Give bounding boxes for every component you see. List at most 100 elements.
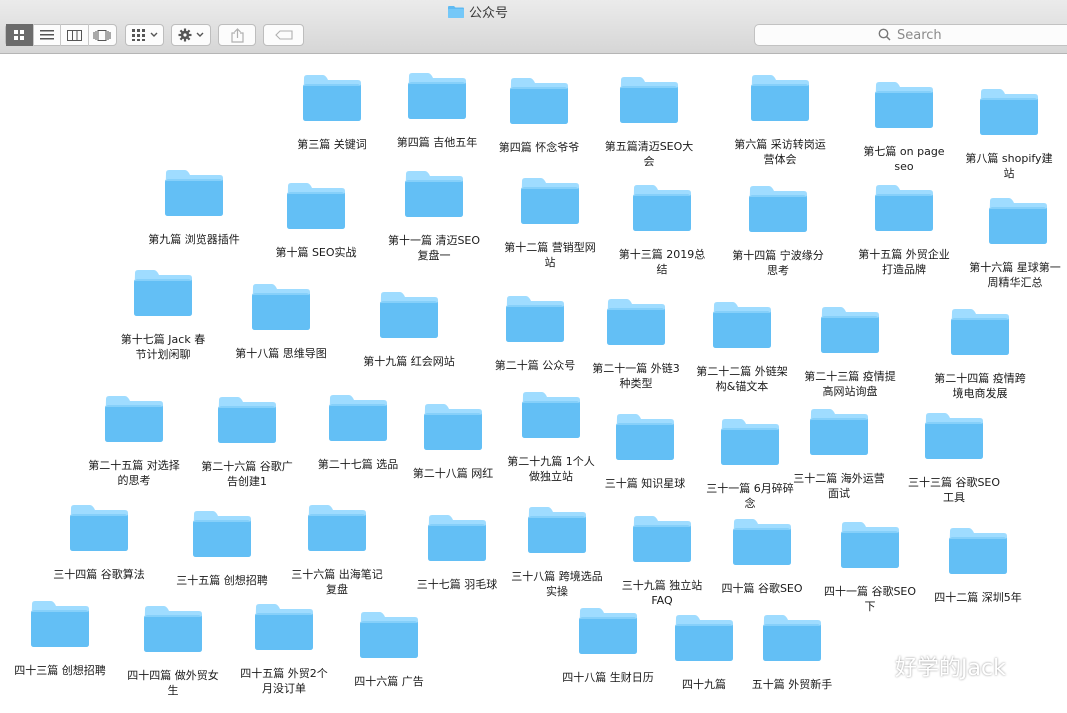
folder-icon[interactable] [164,169,224,217]
arrange-button[interactable] [125,24,164,46]
folder-label: 第二十八篇 网红 [412,467,494,480]
view-mode-selector[interactable] [5,24,117,46]
search-icon [878,28,891,41]
folder-label: 三十四篇 谷歌算法 [53,568,145,581]
folder-label: 第二十四篇 疫情跨 境电商发展 [934,372,1026,400]
folder-icon[interactable] [423,403,483,451]
folder-icon[interactable] [748,185,808,233]
folder-icon[interactable] [328,394,388,442]
search-input[interactable] [897,26,1057,44]
folder-icon[interactable] [133,269,193,317]
folder-label: 第十六篇 星球第一 周精华汇总 [969,261,1061,289]
folder-icon[interactable] [359,611,419,659]
folder-label: 第十五篇 外贸企业 打造品牌 [858,248,950,276]
folder-icon[interactable] [988,197,1048,245]
column-view-button[interactable] [61,24,89,46]
folder-label: 第十八篇 思维导图 [235,347,327,360]
folder-icon[interactable] [979,88,1039,136]
folder-label: 四十三篇 创想招聘 [14,664,106,677]
folder-label: 第四篇 吉他五年 [396,136,478,149]
folder-icon[interactable] [427,514,487,562]
folder-label: 第二十一篇 外链3 种类型 [592,362,680,390]
folder-icon[interactable] [615,413,675,461]
folder-icon[interactable] [720,418,780,466]
folder-icon[interactable] [251,283,311,331]
folder-icon[interactable] [69,504,129,552]
folder-icon[interactable] [632,515,692,563]
folder-icon[interactable] [254,603,314,651]
folder-icon[interactable] [712,301,772,349]
share-icon [230,27,244,43]
share-button[interactable] [218,24,256,46]
folder-label: 第二十九篇 1个人 做独立站 [507,455,595,483]
folder-icon[interactable] [30,600,90,648]
folder-label: 第十二篇 营销型网 站 [504,241,596,269]
folder-icon[interactable] [379,291,439,339]
chevron-down-icon [150,32,157,37]
folder-icon[interactable] [143,605,203,653]
window-toolbar: 公众号 [0,0,1067,54]
folder-icon[interactable] [732,518,792,566]
folder-icon[interactable] [307,504,367,552]
folder-icon[interactable] [505,295,565,343]
folder-icon[interactable] [527,506,587,554]
watermark: 好学的Jack [845,649,1006,683]
folder-label: 第十篇 SEO实战 [275,246,357,259]
folder-icon[interactable] [820,306,880,354]
folder-icon[interactable] [750,74,810,122]
wechat-icon [847,650,887,681]
folder-icon[interactable] [950,308,1010,356]
folder-icon[interactable] [619,76,679,124]
folder-label: 四十四篇 做外贸女 生 [127,669,219,697]
icon-view-button[interactable] [6,24,34,46]
folder-label: 三十九篇 独立站 FAQ [621,579,703,607]
folder-label: 第九篇 浏览器插件 [148,233,240,246]
folder-icon[interactable] [948,527,1008,575]
gear-icon [178,28,192,42]
folder-icon[interactable] [840,521,900,569]
folder-icon[interactable] [521,391,581,439]
search-field[interactable] [754,24,1067,46]
folder-icon[interactable] [809,408,869,456]
tag-icon [274,30,293,40]
folder-label: 三十五篇 创想招聘 [176,574,268,587]
folder-label: 四十六篇 广告 [354,675,424,688]
folder-label: 第二十二篇 外链架 构&锚文本 [696,365,788,393]
folder-label: 第八篇 shopify建 站 [965,152,1053,180]
folder-label: 四十二篇 深圳5年 [934,591,1022,604]
folder-label: 四十一篇 谷歌SEO 下 [823,585,917,613]
folder-label: 三十二篇 海外运营 面试 [793,472,885,500]
folder-icon[interactable] [509,77,569,125]
folder-label: 三十八篇 跨境选品 实操 [511,570,603,598]
folder-icon[interactable] [407,72,467,120]
folder-icon[interactable] [632,184,692,232]
list-view-button[interactable] [34,24,61,46]
list-view-icon [39,30,54,40]
folder-label: 三十篇 知识星球 [604,477,686,490]
folder-icon[interactable] [674,614,734,662]
folder-icon[interactable] [302,74,362,122]
folder-icon[interactable] [192,510,252,558]
folder-icon[interactable] [520,177,580,225]
folder-icon[interactable] [104,395,164,443]
folder-icon[interactable] [286,182,346,230]
folder-icon[interactable] [874,81,934,129]
folder-label: 五十篇 外贸新手 [751,678,833,691]
cover-flow-view-button[interactable] [89,24,116,46]
folder-icon[interactable] [762,614,822,662]
folder-label: 第十九篇 红会网站 [363,355,455,368]
folder-label: 第三篇 关键词 [297,138,367,151]
folder-icon[interactable] [217,396,277,444]
folder-label: 第十一篇 清迈SEO 复盘一 [387,234,481,262]
folder-icon[interactable] [924,412,984,460]
action-button[interactable] [171,24,211,46]
folder-label: 四十九篇 [682,678,726,691]
folder-label: 第十七篇 Jack 春 节计划闲聊 [120,333,206,361]
cover-flow-view-icon [93,29,111,41]
folder-icon[interactable] [606,298,666,346]
folder-label: 第二十六篇 谷歌广 告创建1 [201,460,293,488]
folder-icon[interactable] [874,184,934,232]
folder-icon[interactable] [578,607,638,655]
tag-button[interactable] [263,24,304,46]
folder-icon[interactable] [404,170,464,218]
